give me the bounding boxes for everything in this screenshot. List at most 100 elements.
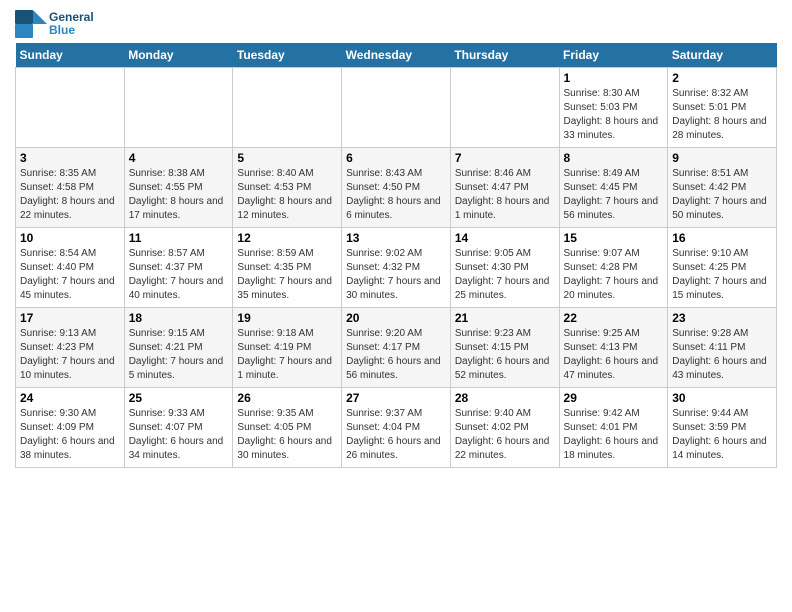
day-info: Sunrise: 9:44 AMSunset: 3:59 PMDaylight:… — [672, 407, 772, 463]
day-number: 23 — [672, 311, 772, 325]
calendar-cell: 2 Sunrise: 8:32 AMSunset: 5:01 PMDaylight… — [668, 68, 777, 148]
day-info: Sunrise: 9:20 AMSunset: 4:17 PMDaylight:… — [346, 327, 446, 383]
day-number: 2 — [672, 71, 772, 85]
day-number: 30 — [672, 391, 772, 405]
logo-blue: Blue — [49, 24, 94, 37]
day-number: 11 — [129, 231, 229, 245]
day-number: 6 — [346, 151, 446, 165]
day-number: 14 — [455, 231, 555, 245]
day-info: Sunrise: 9:15 AMSunset: 4:21 PMDaylight:… — [129, 327, 229, 383]
calendar-cell — [16, 68, 125, 148]
calendar-cell: 19 Sunrise: 9:18 AMSunset: 4:19 PMDayligh… — [233, 308, 342, 388]
day-number: 1 — [564, 71, 664, 85]
calendar-cell: 30 Sunrise: 9:44 AMSunset: 3:59 PMDayligh… — [668, 388, 777, 468]
day-number: 4 — [129, 151, 229, 165]
calendar-cell: 15 Sunrise: 9:07 AMSunset: 4:28 PMDayligh… — [559, 228, 668, 308]
day-info: Sunrise: 9:02 AMSunset: 4:32 PMDaylight:… — [346, 247, 446, 303]
day-number: 21 — [455, 311, 555, 325]
day-number: 8 — [564, 151, 664, 165]
calendar-cell: 18 Sunrise: 9:15 AMSunset: 4:21 PMDayligh… — [124, 308, 233, 388]
calendar-cell: 5 Sunrise: 8:40 AMSunset: 4:53 PMDaylight… — [233, 148, 342, 228]
calendar-cell: 8 Sunrise: 8:49 AMSunset: 4:45 PMDaylight… — [559, 148, 668, 228]
day-info: Sunrise: 8:46 AMSunset: 4:47 PMDaylight:… — [455, 167, 555, 223]
day-info: Sunrise: 9:33 AMSunset: 4:07 PMDaylight:… — [129, 407, 229, 463]
weekday-header-saturday: Saturday — [668, 43, 777, 68]
day-info: Sunrise: 9:40 AMSunset: 4:02 PMDaylight:… — [455, 407, 555, 463]
calendar-table: SundayMondayTuesdayWednesdayThursdayFrid… — [15, 43, 777, 468]
day-info: Sunrise: 8:30 AMSunset: 5:03 PMDaylight:… — [564, 87, 664, 143]
calendar-cell — [124, 68, 233, 148]
day-number: 13 — [346, 231, 446, 245]
day-number: 20 — [346, 311, 446, 325]
day-info: Sunrise: 8:38 AMSunset: 4:55 PMDaylight:… — [129, 167, 229, 223]
day-info: Sunrise: 8:40 AMSunset: 4:53 PMDaylight:… — [237, 167, 337, 223]
day-number: 27 — [346, 391, 446, 405]
day-number: 24 — [20, 391, 120, 405]
calendar-cell: 25 Sunrise: 9:33 AMSunset: 4:07 PMDayligh… — [124, 388, 233, 468]
day-number: 28 — [455, 391, 555, 405]
calendar-cell: 13 Sunrise: 9:02 AMSunset: 4:32 PMDayligh… — [342, 228, 451, 308]
day-number: 17 — [20, 311, 120, 325]
day-number: 10 — [20, 231, 120, 245]
weekday-header-wednesday: Wednesday — [342, 43, 451, 68]
day-info: Sunrise: 8:32 AMSunset: 5:01 PMDaylight:… — [672, 87, 772, 143]
day-info: Sunrise: 8:35 AMSunset: 4:58 PMDaylight:… — [20, 167, 120, 223]
calendar-cell: 14 Sunrise: 9:05 AMSunset: 4:30 PMDayligh… — [450, 228, 559, 308]
calendar-cell: 11 Sunrise: 8:57 AMSunset: 4:37 PMDayligh… — [124, 228, 233, 308]
calendar-cell: 28 Sunrise: 9:40 AMSunset: 4:02 PMDayligh… — [450, 388, 559, 468]
day-number: 5 — [237, 151, 337, 165]
calendar-cell: 16 Sunrise: 9:10 AMSunset: 4:25 PMDayligh… — [668, 228, 777, 308]
day-info: Sunrise: 9:37 AMSunset: 4:04 PMDaylight:… — [346, 407, 446, 463]
day-number: 25 — [129, 391, 229, 405]
calendar-cell: 21Sunrise: 9:23 AMSunset: 4:15 PMDayligh… — [450, 308, 559, 388]
day-info: Sunrise: 9:07 AMSunset: 4:28 PMDaylight:… — [564, 247, 664, 303]
calendar-cell: 23 Sunrise: 9:28 AMSunset: 4:11 PMDayligh… — [668, 308, 777, 388]
day-number: 9 — [672, 151, 772, 165]
day-info: Sunrise: 9:05 AMSunset: 4:30 PMDaylight:… — [455, 247, 555, 303]
day-number: 12 — [237, 231, 337, 245]
weekday-header-monday: Monday — [124, 43, 233, 68]
day-info: Sunrise: 9:25 AMSunset: 4:13 PMDaylight:… — [564, 327, 664, 383]
day-number: 22 — [564, 311, 664, 325]
day-number: 15 — [564, 231, 664, 245]
calendar-week-row: 17Sunrise: 9:13 AMSunset: 4:23 PMDayligh… — [16, 308, 777, 388]
calendar-cell: 12 Sunrise: 8:59 AMSunset: 4:35 PMDayligh… — [233, 228, 342, 308]
day-info: Sunrise: 8:49 AMSunset: 4:45 PMDaylight:… — [564, 167, 664, 223]
calendar-cell: 24 Sunrise: 9:30 AMSunset: 4:09 PMDayligh… — [16, 388, 125, 468]
day-number: 19 — [237, 311, 337, 325]
calendar-header-row: SundayMondayTuesdayWednesdayThursdayFrid… — [16, 43, 777, 68]
calendar-week-row: 10 Sunrise: 8:54 AMSunset: 4:40 PMDayligh… — [16, 228, 777, 308]
calendar-cell — [450, 68, 559, 148]
day-info: Sunrise: 9:28 AMSunset: 4:11 PMDaylight:… — [672, 327, 772, 383]
logo: General Blue — [15, 10, 94, 38]
calendar-cell: 27 Sunrise: 9:37 AMSunset: 4:04 PMDayligh… — [342, 388, 451, 468]
day-info: Sunrise: 9:10 AMSunset: 4:25 PMDaylight:… — [672, 247, 772, 303]
day-number: 18 — [129, 311, 229, 325]
day-info: Sunrise: 9:35 AMSunset: 4:05 PMDaylight:… — [237, 407, 337, 463]
day-info: Sunrise: 9:30 AMSunset: 4:09 PMDaylight:… — [20, 407, 120, 463]
day-info: Sunrise: 8:54 AMSunset: 4:40 PMDaylight:… — [20, 247, 120, 303]
day-info: Sunrise: 8:59 AMSunset: 4:35 PMDaylight:… — [237, 247, 337, 303]
calendar-cell: 26 Sunrise: 9:35 AMSunset: 4:05 PMDayligh… — [233, 388, 342, 468]
calendar-cell: 7 Sunrise: 8:46 AMSunset: 4:47 PMDaylight… — [450, 148, 559, 228]
day-info: Sunrise: 8:43 AMSunset: 4:50 PMDaylight:… — [346, 167, 446, 223]
calendar-cell: 10 Sunrise: 8:54 AMSunset: 4:40 PMDayligh… — [16, 228, 125, 308]
calendar-cell: 3 Sunrise: 8:35 AMSunset: 4:58 PMDaylight… — [16, 148, 125, 228]
calendar-cell: 4 Sunrise: 8:38 AMSunset: 4:55 PMDaylight… — [124, 148, 233, 228]
calendar-cell: 6 Sunrise: 8:43 AMSunset: 4:50 PMDaylight… — [342, 148, 451, 228]
day-number: 26 — [237, 391, 337, 405]
day-info: Sunrise: 9:42 AMSunset: 4:01 PMDaylight:… — [564, 407, 664, 463]
day-info: Sunrise: 9:18 AMSunset: 4:19 PMDaylight:… — [237, 327, 337, 383]
weekday-header-friday: Friday — [559, 43, 668, 68]
day-info: Sunrise: 8:57 AMSunset: 4:37 PMDaylight:… — [129, 247, 229, 303]
day-info: Sunrise: 8:51 AMSunset: 4:42 PMDaylight:… — [672, 167, 772, 223]
day-number: 16 — [672, 231, 772, 245]
calendar-week-row: 24 Sunrise: 9:30 AMSunset: 4:09 PMDayligh… — [16, 388, 777, 468]
weekday-header-thursday: Thursday — [450, 43, 559, 68]
day-number: 3 — [20, 151, 120, 165]
calendar-cell: 1 Sunrise: 8:30 AMSunset: 5:03 PMDaylight… — [559, 68, 668, 148]
calendar-cell: 22 Sunrise: 9:25 AMSunset: 4:13 PMDayligh… — [559, 308, 668, 388]
calendar-cell: 29Sunrise: 9:42 AMSunset: 4:01 PMDayligh… — [559, 388, 668, 468]
weekday-header-tuesday: Tuesday — [233, 43, 342, 68]
day-number: 7 — [455, 151, 555, 165]
